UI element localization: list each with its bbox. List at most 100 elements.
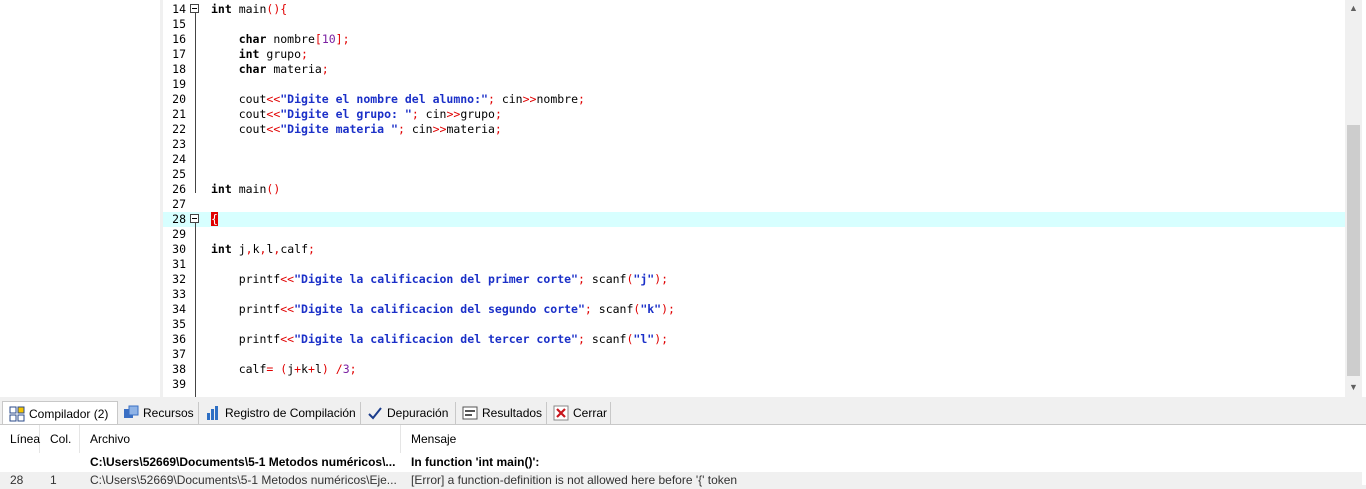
close-icon <box>553 405 569 421</box>
line-number: 23 <box>172 137 186 151</box>
code-line[interactable]: 24 <box>163 152 1345 167</box>
cell-message: In function 'int main()': <box>411 455 540 469</box>
code-text: printf<<"Digite la calificacion del segu… <box>211 302 675 317</box>
code-line[interactable]: 39 <box>163 377 1345 392</box>
line-number: 19 <box>172 77 186 91</box>
code-line[interactable]: 15 <box>163 17 1345 32</box>
code-line[interactable]: 28 { <box>163 212 1345 227</box>
line-number: 26 <box>172 182 186 196</box>
tab-label: Cerrar <box>573 406 608 420</box>
code-line[interactable]: 14 int main(){ <box>163 2 1345 17</box>
check-icon <box>367 405 383 421</box>
code-token: nombre <box>536 92 579 106</box>
code-token: << <box>266 92 281 106</box>
code-token: cout <box>211 92 267 106</box>
code-token: scanf <box>584 332 627 346</box>
line-number: 18 <box>172 62 186 76</box>
code-line[interactable]: 19 <box>163 77 1345 92</box>
code-line[interactable]: 30 int j,k,l,calf; <box>163 242 1345 257</box>
column-header-message[interactable]: Mensaje <box>401 425 1362 453</box>
code-line[interactable]: 29 <box>163 227 1345 242</box>
code-token: ; <box>494 122 502 136</box>
line-number: 16 <box>172 32 186 46</box>
code-token: "j" <box>633 272 655 286</box>
code-token: ; <box>577 332 585 346</box>
line-number: 22 <box>172 122 186 136</box>
line-number: 37 <box>172 347 186 361</box>
code-token: j <box>231 242 246 256</box>
code-token: ; <box>578 92 585 106</box>
line-number: 20 <box>172 92 186 106</box>
line-number: 17 <box>172 47 186 61</box>
code-token: ; <box>349 362 357 376</box>
line-number: 29 <box>172 227 186 241</box>
code-text: { <box>211 212 218 227</box>
tab-recursos[interactable]: Recursos <box>117 402 199 424</box>
code-line[interactable]: 22 cout<<"Digite materia "; cin>>materia… <box>163 122 1345 137</box>
arrow-up-icon[interactable]: ▲ <box>1349 4 1358 13</box>
line-number: 36 <box>172 332 186 346</box>
code-token: materia <box>266 62 322 76</box>
tab-compilador[interactable]: Compilador (2) <box>2 401 118 426</box>
code-line[interactable]: 26 int main() <box>163 182 1345 197</box>
code-line[interactable]: 17 int grupo; <box>163 47 1345 62</box>
column-header-line[interactable]: Línea <box>0 425 40 453</box>
line-number: 27 <box>172 197 186 211</box>
code-line[interactable]: 31 <box>163 257 1345 272</box>
code-line[interactable]: 18 char materia; <box>163 62 1345 77</box>
vertical-scrollbar[interactable]: ▲ ▼ <box>1345 0 1362 397</box>
code-text: int main() <box>211 182 280 197</box>
code-token: int <box>238 47 260 61</box>
code-token: grupo <box>259 47 302 61</box>
code-line[interactable]: 34 printf<<"Digite la calificacion del s… <box>163 302 1345 317</box>
code-token: scanf <box>584 272 627 286</box>
code-line[interactable]: 36 printf<<"Digite la calificacion del t… <box>163 332 1345 347</box>
fold-toggle-icon[interactable] <box>190 214 199 223</box>
code-line[interactable]: 32 printf<<"Digite la calificacion del p… <box>163 272 1345 287</box>
fold-toggle-icon[interactable] <box>190 4 199 13</box>
code-line[interactable]: 21 cout<<"Digite el grupo: "; cin>>grupo… <box>163 107 1345 122</box>
tab-resultados[interactable]: Resultados <box>456 402 547 424</box>
code-line[interactable]: 23 <box>163 137 1345 152</box>
code-line[interactable]: 20 cout<<"Digite el nombre del alumno:";… <box>163 92 1345 107</box>
code-line[interactable]: 16 char nombre[10]; <box>163 32 1345 47</box>
code-token: cin <box>404 122 433 136</box>
line-number: 25 <box>172 167 186 181</box>
code-editor[interactable]: 14 int main(){15 16 char nombre[10]; 17 int… <box>163 0 1345 397</box>
line-number: 21 <box>172 107 186 121</box>
tab-registro[interactable]: Registro de Compilación <box>199 402 361 424</box>
project-browser-panel <box>0 0 161 397</box>
code-text: cout<<"Digite el grupo: "; cin>>grupo; <box>211 107 502 122</box>
column-header-file[interactable]: Archivo <box>80 425 401 453</box>
code-line[interactable]: 38 calf= (j+k+l) /3; <box>163 362 1345 377</box>
tab-label: Depuración <box>387 406 449 420</box>
cell-message: [Error] a function-definition is not all… <box>411 473 738 487</box>
column-header-col[interactable]: Col. <box>40 425 80 453</box>
window-edge <box>1362 0 1366 397</box>
code-token: nombre <box>266 32 315 46</box>
table-row[interactable]: 28 1 C:\Users\52669\Documents\5-1 Metodo… <box>0 472 1362 489</box>
scrollbar-thumb[interactable] <box>1347 125 1360 376</box>
code-line[interactable]: 25 <box>163 167 1345 182</box>
tab-cerrar[interactable]: Cerrar <box>547 402 611 424</box>
code-token: main <box>231 182 267 196</box>
code-line[interactable]: 35 <box>163 317 1345 332</box>
code-token: ); <box>654 332 669 346</box>
line-number: 38 <box>172 362 186 376</box>
code-token: >> <box>432 122 447 136</box>
table-row[interactable]: C:\Users\52669\Documents\5-1 Metodos num… <box>0 454 1362 471</box>
code-token: ; <box>308 242 315 256</box>
code-line[interactable]: 37 <box>163 347 1345 362</box>
code-line[interactable]: 27 <box>163 197 1345 212</box>
tab-depuracion[interactable]: Depuración <box>361 402 456 424</box>
line-number: 15 <box>172 17 186 31</box>
code-token: char <box>238 32 267 46</box>
code-text: cout<<"Digite materia "; cin>>materia; <box>211 122 502 137</box>
code-line[interactable]: 33 <box>163 287 1345 302</box>
code-token: cin <box>494 92 523 106</box>
code-token: k <box>301 362 309 376</box>
arrow-down-icon[interactable]: ▼ <box>1349 383 1358 392</box>
code-token: char <box>238 62 267 76</box>
code-token: ]; <box>335 32 350 46</box>
